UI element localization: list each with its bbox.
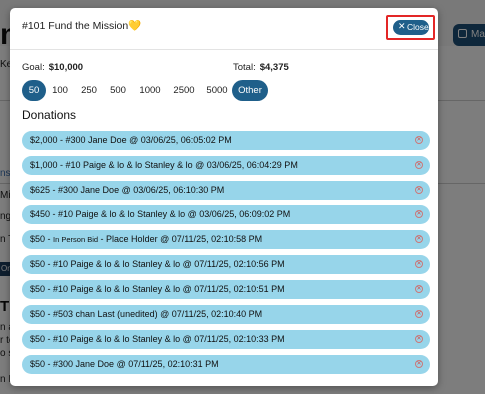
goal-label: Goal:	[22, 62, 45, 73]
donations-heading: Donations	[22, 108, 77, 122]
amount-option[interactable]: 100	[48, 80, 72, 101]
donation-row: $50 - #10 Paige & lo & lo Stanley & lo @…	[22, 255, 430, 274]
remove-icon[interactable]: ✕	[415, 161, 423, 169]
donation-text: $50 - #10 Paige & lo & lo Stanley & lo @…	[30, 259, 285, 269]
remove-icon[interactable]: ✕	[415, 310, 423, 318]
total: Total: $4,375	[233, 62, 289, 73]
donation-text: $50 - In Person Bid - Place Holder @ 07/…	[30, 234, 262, 244]
donation-row: $50 - In Person Bid - Place Holder @ 07/…	[22, 230, 430, 249]
donation-text: $450 - #10 Paige & lo & lo Stanley & lo …	[30, 209, 291, 219]
remove-icon[interactable]: ✕	[415, 136, 423, 144]
donation-text: $50 - #503 chan Last (unedited) @ 07/11/…	[30, 309, 263, 319]
amount-option[interactable]: 5000	[202, 80, 232, 101]
donation-row: $50 - #503 chan Last (unedited) @ 07/11/…	[22, 305, 430, 324]
remove-icon[interactable]: ✕	[415, 285, 423, 293]
donation-text: $625 - #300 Jane Doe @ 03/06/25, 06:10:3…	[30, 185, 225, 195]
remove-icon[interactable]: ✕	[415, 260, 423, 268]
close-button-highlight: ✕ Close	[386, 15, 435, 40]
goal: Goal: $10,000	[22, 62, 83, 73]
donation-modal: #101 Fund the Mission💛 ✕ Close Goal: $10,…	[10, 8, 438, 386]
remove-icon[interactable]: ✕	[415, 186, 423, 194]
donation-text: $50 - #10 Paige & lo & lo Stanley & lo @…	[30, 334, 285, 344]
amount-option[interactable]: 2500	[169, 80, 199, 101]
total-label: Total:	[233, 62, 256, 73]
remove-icon[interactable]: ✕	[415, 210, 423, 218]
remove-icon[interactable]: ✕	[415, 335, 423, 343]
amount-option[interactable]: 250	[77, 80, 101, 101]
remove-icon[interactable]: ✕	[415, 360, 423, 368]
donation-row: $450 - #10 Paige & lo & lo Stanley & lo …	[22, 205, 430, 224]
donation-row: $2,000 - #300 Jane Doe @ 03/06/25, 06:05…	[22, 131, 430, 150]
amount-option[interactable]: 1000	[135, 80, 165, 101]
header-divider	[10, 49, 438, 50]
donation-text: $1,000 - #10 Paige & lo & lo Stanley & l…	[30, 160, 298, 170]
donation-row: $625 - #300 Jane Doe @ 03/06/25, 06:10:3…	[22, 181, 430, 200]
donation-amount: $50 -	[30, 234, 54, 244]
donation-text: $2,000 - #300 Jane Doe @ 03/06/25, 06:05…	[30, 135, 232, 145]
amount-option-other[interactable]: Other	[232, 80, 268, 101]
amount-option[interactable]: 50	[22, 80, 46, 101]
donation-row: $1,000 - #10 Paige & lo & lo Stanley & l…	[22, 156, 430, 175]
total-value: $4,375	[259, 62, 289, 73]
donation-text: $50 - #300 Jane Doe @ 07/11/25, 02:10:31…	[30, 359, 219, 369]
donation-detail: - Place Holder @ 07/11/25, 02:10:58 PM	[98, 234, 263, 244]
donation-text: $50 - #10 Paige & lo & lo Stanley & lo @…	[30, 284, 285, 294]
close-label: Close	[407, 22, 429, 32]
donation-row: $50 - #10 Paige & lo & lo Stanley & lo @…	[22, 330, 430, 349]
donation-row: $50 - #10 Paige & lo & lo Stanley & lo @…	[22, 280, 430, 299]
modal-title: #101 Fund the Mission💛	[22, 20, 142, 32]
close-icon: ✕	[398, 21, 406, 31]
remove-icon[interactable]: ✕	[415, 235, 423, 243]
goal-value: $10,000	[48, 62, 84, 73]
amount-option[interactable]: 500	[106, 80, 130, 101]
in-person-bid-label: In Person Bid	[53, 235, 99, 244]
donation-row: $50 - #300 Jane Doe @ 07/11/25, 02:10:31…	[22, 355, 430, 374]
close-button[interactable]: ✕ Close	[393, 20, 429, 35]
